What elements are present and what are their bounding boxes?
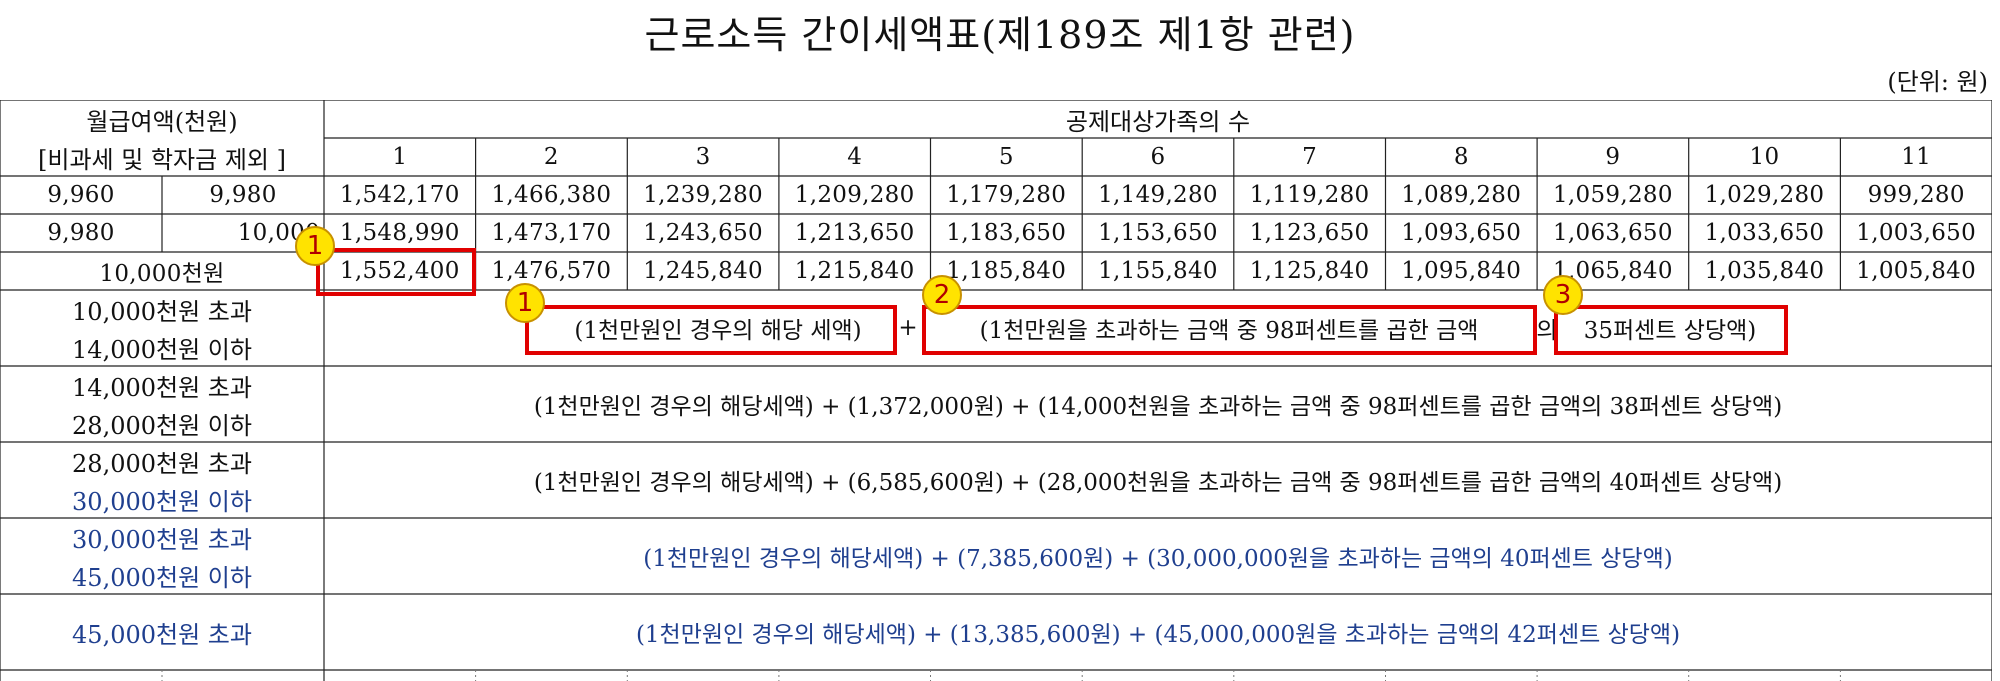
row-2-from: 9,980 — [47, 220, 115, 246]
row-3-value: 1,005,840 — [1856, 258, 1977, 284]
badge-1-icon: 1 — [295, 226, 335, 266]
family-count-6: 6 — [1150, 144, 1166, 170]
family-count-5: 5 — [998, 144, 1014, 170]
wage-header-label: 월급여액(천원) — [86, 107, 238, 136]
page-title: 근로소득 간이세액표(제189조 제1항 관련) — [644, 13, 1356, 57]
family-count-3: 3 — [695, 144, 711, 170]
family-count-11: 11 — [1901, 144, 1932, 170]
family-count-10: 10 — [1749, 144, 1780, 170]
bracket-3-lower: 28,000천원 초과 — [72, 449, 252, 478]
row-2-value: 1,093,650 — [1401, 220, 1522, 246]
unit-label: (단위: 원) — [1887, 68, 1988, 96]
family-count-1: 1 — [392, 144, 408, 170]
row-2-value: 1,183,650 — [946, 220, 1067, 246]
row-3-label: 10,000천원 — [99, 261, 225, 287]
row-1-value: 1,209,280 — [794, 182, 915, 208]
bracket-3-upper: 30,000천원 이하 — [72, 487, 252, 516]
row-3-value: 1,155,840 — [1098, 258, 1218, 284]
row-2-value: 1,153,650 — [1098, 220, 1218, 246]
bracket-1-upper: 14,000천원 이하 — [72, 335, 252, 364]
badge-2-icon: 2 — [922, 275, 962, 315]
row-1-value: 1,119,280 — [1249, 182, 1370, 208]
bracket-1-lower: 10,000천원 초과 — [72, 297, 252, 326]
highlight-box-part-1 — [525, 305, 897, 355]
family-count-header: 공제대상가족의 수 — [1065, 107, 1251, 136]
bracket-4-lower: 30,000천원 초과 — [72, 525, 252, 554]
bracket-3-formula: (1천만원인 경우의 해당세액) + (6,585,600원) + (28,00… — [533, 470, 1783, 496]
row-3-value: 1,035,840 — [1704, 258, 1825, 284]
wage-header-note: [비과세 및 학자금 제외 ] — [38, 145, 286, 174]
bracket-4-formula: (1천만원인 경우의 해당세액) + (7,385,600원) + (30,00… — [643, 546, 1673, 572]
badge-3-icon: 3 — [1543, 275, 1583, 315]
row-1-from: 9,960 — [47, 182, 115, 208]
row-2-value: 1,123,650 — [1249, 220, 1370, 246]
row-1-value: 1,179,280 — [946, 182, 1067, 208]
row-1-value: 1,542,170 — [339, 182, 460, 208]
highlight-box-part-2 — [922, 305, 1537, 355]
row-1-value: 1,029,280 — [1704, 182, 1825, 208]
row-3-value: 1,476,570 — [491, 258, 612, 284]
row-1-value: 1,059,280 — [1553, 182, 1673, 208]
highlight-box-base-tax — [316, 248, 476, 296]
row-3-value: 1,245,840 — [643, 258, 763, 284]
row-1-value: 1,149,280 — [1098, 182, 1218, 208]
row-3-value: 1,125,840 — [1249, 258, 1370, 284]
highlight-box-part-3 — [1554, 305, 1788, 355]
row-2-value: 1,243,650 — [643, 220, 763, 246]
row-1-to: 9,980 — [209, 182, 277, 208]
family-count-2: 2 — [543, 144, 559, 170]
badge-1b-icon: 1 — [505, 283, 545, 323]
row-2-value: 1,473,170 — [491, 220, 612, 246]
bracket-2-lower: 14,000천원 초과 — [72, 373, 252, 402]
family-count-8: 8 — [1453, 144, 1469, 170]
bracket-4-upper: 45,000천원 이하 — [72, 563, 252, 592]
bracket-5-formula: (1천만원인 경우의 해당세액) + (13,385,600원) + (45,0… — [635, 622, 1681, 648]
row-1-value: 999,280 — [1867, 182, 1965, 208]
row-1-value: 1,089,280 — [1401, 182, 1522, 208]
row-1-value: 1,239,280 — [643, 182, 763, 208]
family-count-7: 7 — [1302, 144, 1318, 170]
row-3-value: 1,095,840 — [1401, 258, 1522, 284]
bracket-5-lower: 45,000천원 초과 — [72, 620, 252, 649]
family-count-9: 9 — [1605, 144, 1621, 170]
row-3-value: 1,215,840 — [794, 258, 915, 284]
bracket-2-upper: 28,000천원 이하 — [72, 411, 252, 440]
bracket-2-formula: (1천만원인 경우의 해당세액) + (1,372,000원) + (14,00… — [533, 394, 1783, 420]
row-1-value: 1,466,380 — [491, 182, 612, 208]
row-2-value: 1,033,650 — [1704, 220, 1825, 246]
row-2-value: 1,548,990 — [339, 220, 460, 246]
row-2-value: 1,213,650 — [794, 220, 915, 246]
bracket-1-formula-plus: + — [898, 315, 918, 341]
row-2-value: 1,063,650 — [1553, 220, 1673, 246]
row-2-value: 1,003,650 — [1856, 220, 1977, 246]
family-count-4: 4 — [847, 144, 863, 170]
